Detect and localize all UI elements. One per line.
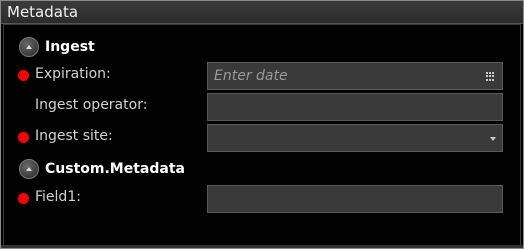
metadata-panel: Metadata Ingest Expiration: Ingest opera… <box>0 0 524 249</box>
expiration-label: Expiration: <box>35 66 111 82</box>
collapse-ingest-button[interactable] <box>19 37 39 57</box>
ingest-operator-input[interactable] <box>208 94 502 120</box>
expiration-date-input[interactable] <box>208 63 502 89</box>
section-title-ingest: Ingest <box>45 39 95 55</box>
required-indicator-icon <box>18 70 29 81</box>
chevron-up-icon <box>26 167 32 171</box>
field1-label: Field1: <box>35 189 81 205</box>
expiration-date-picker <box>207 62 503 90</box>
ingest-operator-label: Ingest operator: <box>35 97 148 113</box>
field1-field <box>207 185 503 213</box>
collapse-custom-metadata-button[interactable] <box>19 159 39 179</box>
section-ingest: Ingest <box>19 36 95 58</box>
chevron-up-icon <box>26 45 32 49</box>
required-indicator-icon <box>18 193 29 204</box>
panel-title: Metadata <box>7 3 79 21</box>
panel-footer <box>1 245 523 248</box>
ingest-site-select[interactable] <box>207 124 503 152</box>
required-indicator-icon <box>18 132 29 143</box>
ingest-site-label: Ingest site: <box>35 128 113 144</box>
section-title-custom-metadata: Custom.Metadata <box>45 161 185 177</box>
field1-input[interactable] <box>208 186 502 212</box>
panel-header: Metadata <box>1 1 523 24</box>
calendar-icon[interactable] <box>486 72 495 81</box>
ingest-operator-field <box>207 93 503 121</box>
section-custom-metadata: Custom.Metadata <box>19 158 185 180</box>
chevron-down-icon[interactable] <box>490 137 496 141</box>
